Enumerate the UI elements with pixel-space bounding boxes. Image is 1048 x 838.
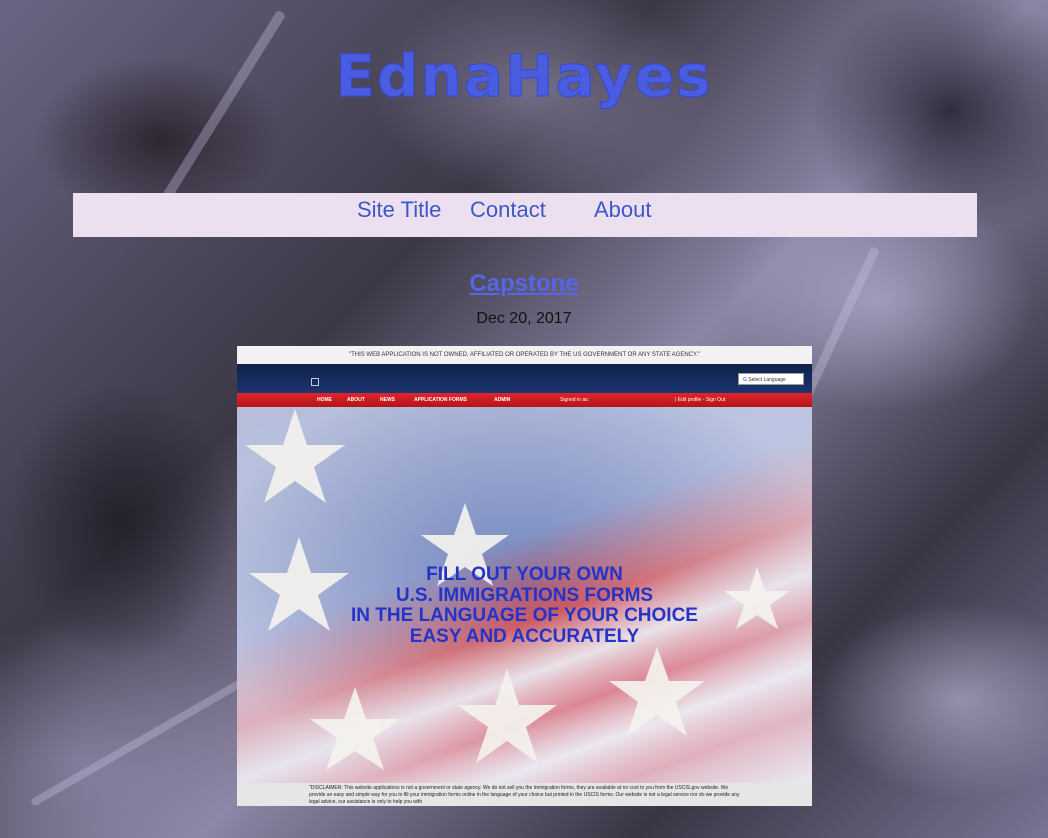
hero-line: FILL OUT YOUR OWN xyxy=(426,564,623,585)
screenshot-hero-text: FILL OUT YOUR OWN U.S. IMMIGRATIONS FORM… xyxy=(237,564,812,647)
hero-line: EASY AND ACCURATELY xyxy=(409,625,640,647)
screenshot-nav: HOME ABOUT NEWS APPLICATION FORMS ADMIN … xyxy=(237,393,812,407)
screenshot-top-notice: "THIS WEB APPLICATION IS NOT OWNED, AFFI… xyxy=(237,346,812,364)
screenshot-header: G Select Language xyxy=(237,364,812,393)
broken-image-icon xyxy=(311,378,319,386)
hero-line: U.S. IMMIGRATIONS FORMS xyxy=(395,584,654,606)
hero-line: IN THE LANGUAGE OF YOUR CHOICE xyxy=(351,605,698,626)
main-nav: Site Title Contact About xyxy=(73,193,977,237)
nav-item-about[interactable]: About xyxy=(594,197,652,223)
screenshot-nav-item: ABOUT xyxy=(347,397,365,403)
screenshot-nav-item: NEWS xyxy=(380,397,395,403)
project-screenshot: "THIS WEB APPLICATION IS NOT OWNED, AFFI… xyxy=(237,346,812,806)
nav-item-site-title[interactable]: Site Title xyxy=(357,197,441,223)
screenshot-language-label: Select Language xyxy=(748,377,786,383)
nav-item-contact[interactable]: Contact xyxy=(470,197,546,223)
screenshot-signed-in: Signed in as: xyxy=(560,397,589,403)
screenshot-nav-item: ADMIN xyxy=(494,397,511,403)
site-logo[interactable]: EdnaHayes xyxy=(0,36,1048,116)
screenshot-language-select: G Select Language xyxy=(738,373,804,385)
screenshot-account-links: | Edit profile - Sign Out xyxy=(675,397,726,403)
post-date: Dec 20, 2017 xyxy=(476,310,572,327)
screenshot-disclaimer: "DISCLAIMER: This website applications i… xyxy=(237,783,812,806)
screenshot-nav-item: APPLICATION FORMS xyxy=(414,397,467,403)
screenshot-nav-item: HOME xyxy=(317,397,332,403)
post-title-link[interactable]: Capstone xyxy=(0,270,1048,298)
screenshot-hero-flag: FILL OUT YOUR OWN U.S. IMMIGRATIONS FORM… xyxy=(237,407,812,783)
